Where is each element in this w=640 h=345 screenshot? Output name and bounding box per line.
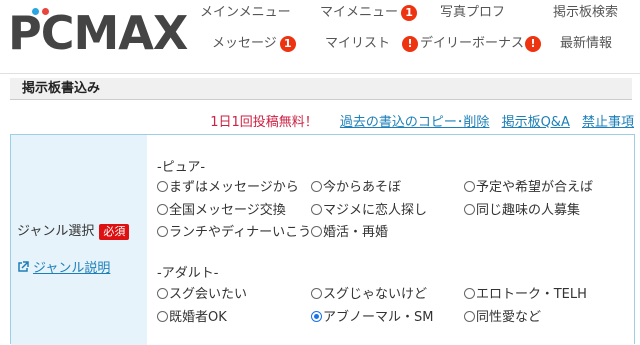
genre-select-label: ジャンル選択 必須 bbox=[17, 220, 130, 240]
nav-my-list[interactable]: マイリスト! bbox=[325, 36, 419, 52]
genre-option-label: 今からあそぼ bbox=[323, 180, 402, 195]
nav-daily-bonus-label: デイリーボーナス bbox=[420, 36, 525, 51]
radio-unchecked[interactable] bbox=[157, 226, 168, 237]
radio-unchecked[interactable] bbox=[464, 204, 475, 215]
genre-help-link[interactable]: ジャンル説明 bbox=[17, 257, 110, 276]
genre-option[interactable]: スグじゃないけど bbox=[311, 287, 427, 303]
post-links-row: 1日1回投稿無料！ 過去の書込のコピー･削除 掲示板Q&A 禁止事項 bbox=[210, 111, 634, 130]
nav-daily-bonus[interactable]: デイリーボーナス! bbox=[420, 36, 542, 52]
genre-option-label: スグ会いたい bbox=[169, 287, 248, 302]
radio-unchecked[interactable] bbox=[311, 288, 322, 299]
daily-bonus-alert-icon: ! bbox=[525, 36, 542, 52]
radio-checked[interactable] bbox=[311, 311, 322, 322]
nav-board-search-label: 掲示板検索 bbox=[553, 5, 619, 20]
genre-option-label: アブノーマル・SM bbox=[323, 310, 434, 325]
nav-photo-profile-label: 写真プロフ bbox=[440, 5, 506, 20]
genre-option[interactable]: アブノーマル・SM bbox=[311, 310, 433, 326]
copy-delete-link[interactable]: 過去の書込のコピー･削除 bbox=[340, 115, 490, 130]
genre-option-label: まずはメッセージから bbox=[169, 180, 299, 195]
nav-latest-info[interactable]: 最新情報 bbox=[560, 36, 612, 52]
nav-main-menu-label: メインメニュー bbox=[200, 5, 291, 20]
logo-text: PCMAX bbox=[8, 6, 188, 60]
page-title: 掲示板書込み bbox=[10, 78, 632, 100]
genre-option[interactable]: スグ会いたい bbox=[157, 287, 247, 303]
genre-option-label: 同じ趣味の人募集 bbox=[476, 203, 581, 218]
genre-option[interactable]: 予定や希望が合えば bbox=[464, 180, 593, 196]
my-menu-count-badge: 1 bbox=[401, 5, 418, 21]
genre-option-label: スグじゃないけど bbox=[323, 287, 428, 302]
pure-group-title: -ピュア- bbox=[157, 160, 206, 175]
genre-option[interactable]: 婚活・再婚 bbox=[311, 225, 388, 241]
site-header: PCMAX メインメニュー マイメニュー 1 写真プロフ 掲示板検索 メッセージ 1… bbox=[0, 0, 640, 66]
genre-option[interactable]: 同じ趣味の人募集 bbox=[464, 203, 580, 219]
genre-option-label: マジメに恋人探し bbox=[323, 203, 428, 218]
genre-help-label: ジャンル説明 bbox=[33, 261, 111, 276]
radio-unchecked[interactable] bbox=[464, 181, 475, 192]
adult-group-title: -アダルト- bbox=[157, 266, 219, 281]
genre-option[interactable]: 同性愛など bbox=[464, 310, 541, 326]
nav-latest-info-label: 最新情報 bbox=[560, 36, 613, 51]
genre-option-label: ランチやディナーいこう bbox=[169, 225, 312, 240]
genre-option-label: 既婚者OK bbox=[169, 310, 227, 325]
nav-message-label: メッセージ bbox=[212, 36, 277, 51]
radio-unchecked[interactable] bbox=[157, 288, 168, 299]
nav-photo-profile[interactable]: 写真プロフ bbox=[440, 5, 505, 21]
board-qa-link[interactable]: 掲示板Q&A bbox=[502, 115, 570, 130]
nav-board-search[interactable]: 掲示板検索 bbox=[553, 5, 618, 21]
genre-label-cell: ジャンル選択 必須 ジャンル説明 bbox=[11, 135, 147, 345]
radio-unchecked[interactable] bbox=[157, 181, 168, 192]
radio-unchecked[interactable] bbox=[311, 181, 322, 192]
genre-option[interactable]: 今からあそぼ bbox=[311, 180, 401, 196]
genre-option[interactable]: ランチやディナーいこう bbox=[157, 225, 311, 241]
nav-my-menu-label: マイメニュー bbox=[320, 5, 399, 20]
prohibited-items-link[interactable]: 禁止事項 bbox=[582, 115, 634, 130]
nav-message[interactable]: メッセージ 1 bbox=[212, 36, 296, 52]
genre-option[interactable]: 全国メッセージ交換 bbox=[157, 203, 286, 219]
radio-unchecked[interactable] bbox=[464, 288, 475, 299]
genre-option[interactable]: 既婚者OK bbox=[157, 310, 227, 326]
genre-option[interactable]: エロトーク・TELH bbox=[464, 287, 587, 303]
message-count-badge: 1 bbox=[279, 36, 296, 52]
nav-main-menu[interactable]: メインメニュー bbox=[200, 5, 291, 21]
header-divider bbox=[0, 73, 640, 74]
my-list-alert-icon: ! bbox=[402, 36, 419, 52]
genre-option-label: 予定や希望が合えば bbox=[476, 180, 594, 195]
post-form: ジャンル選択 必須 ジャンル説明 -ピュア- まずはメッセージから 今からあそぼ 予定… bbox=[10, 134, 635, 345]
external-link-icon bbox=[18, 261, 29, 272]
radio-unchecked[interactable] bbox=[157, 311, 168, 322]
free-post-notice: 1日1回投稿無料！ bbox=[210, 115, 318, 130]
radio-unchecked[interactable] bbox=[464, 311, 475, 322]
nav-my-menu[interactable]: マイメニュー 1 bbox=[320, 5, 418, 21]
pcmax-logo[interactable]: PCMAX bbox=[8, 6, 188, 58]
radio-unchecked[interactable] bbox=[311, 226, 322, 237]
genre-option[interactable]: まずはメッセージから bbox=[157, 180, 299, 196]
required-badge: 必須 bbox=[99, 224, 130, 240]
nav-my-list-label: マイリスト bbox=[325, 36, 391, 51]
genre-option-label: 同性愛など bbox=[476, 310, 542, 325]
logo-dot-blue bbox=[32, 8, 39, 15]
genre-option-label: エロトーク・TELH bbox=[476, 287, 587, 302]
genre-option-label: 婚活・再婚 bbox=[323, 225, 389, 240]
logo-dot-red bbox=[42, 8, 49, 15]
radio-unchecked[interactable] bbox=[157, 204, 168, 215]
genre-select-label-text: ジャンル選択 bbox=[17, 224, 95, 239]
genre-option[interactable]: マジメに恋人探し bbox=[311, 203, 427, 219]
genre-option-label: 全国メッセージ交換 bbox=[169, 203, 286, 218]
radio-unchecked[interactable] bbox=[311, 204, 322, 215]
